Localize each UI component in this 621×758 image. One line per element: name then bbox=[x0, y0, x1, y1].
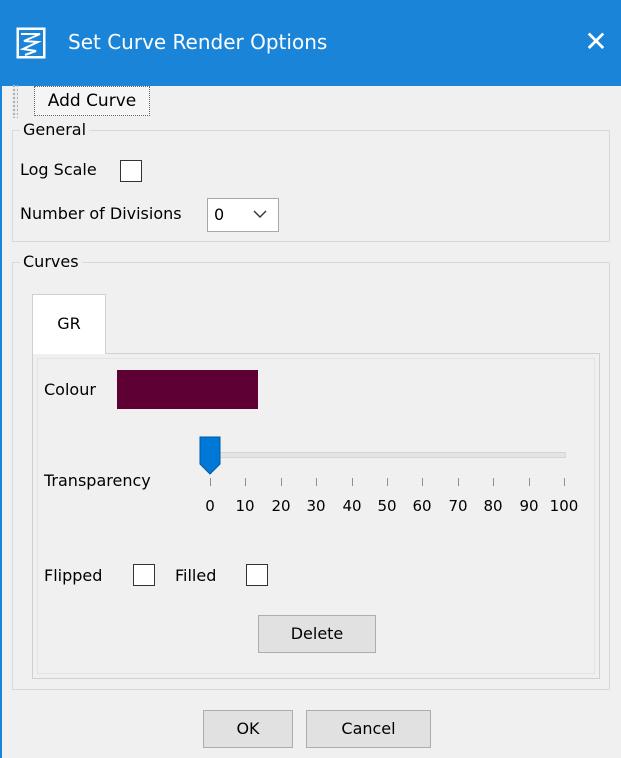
window-border bbox=[0, 86, 2, 758]
transparency-slider-track[interactable] bbox=[209, 452, 566, 458]
slider-tick-label: 50 bbox=[377, 497, 397, 515]
slider-tick-label: 0 bbox=[205, 497, 215, 515]
divisions-value: 0 bbox=[214, 205, 225, 224]
slider-tick bbox=[245, 478, 246, 486]
log-scale-label: Log Scale bbox=[20, 160, 97, 179]
slider-tick-label: 60 bbox=[412, 497, 432, 515]
chevron-down-icon bbox=[253, 210, 267, 218]
cancel-label: Cancel bbox=[341, 719, 396, 738]
slider-tick bbox=[281, 478, 282, 486]
filled-checkbox[interactable] bbox=[246, 564, 268, 586]
curve-chart-icon bbox=[16, 27, 46, 59]
slider-tick bbox=[316, 478, 317, 486]
slider-tick bbox=[352, 478, 353, 486]
transparency-label: Transparency bbox=[44, 471, 151, 490]
slider-tick-label: 70 bbox=[448, 497, 468, 515]
tab-gr-label: GR bbox=[57, 314, 81, 333]
slider-tick bbox=[458, 478, 459, 486]
tab-gr[interactable]: GR bbox=[32, 294, 106, 354]
slider-tick-label: 100 bbox=[549, 497, 579, 515]
slider-tick-label: 80 bbox=[483, 497, 503, 515]
slider-tick-label: 10 bbox=[235, 497, 255, 515]
slider-tick-label: 30 bbox=[306, 497, 326, 515]
slider-tick bbox=[493, 478, 494, 486]
flipped-label: Flipped bbox=[44, 566, 103, 585]
slider-tick bbox=[529, 478, 530, 486]
divisions-select[interactable]: 0 bbox=[207, 198, 279, 232]
add-curve-button[interactable]: Add Curve bbox=[34, 86, 150, 116]
general-legend: General bbox=[20, 120, 90, 139]
slider-tick bbox=[422, 478, 423, 486]
toolbar-grip[interactable] bbox=[12, 84, 18, 118]
slider-tick-label: 90 bbox=[519, 497, 539, 515]
ok-label: OK bbox=[236, 719, 260, 738]
filled-label: Filled bbox=[175, 566, 217, 585]
slider-tick-label: 20 bbox=[271, 497, 291, 515]
add-curve-label: Add Curve bbox=[47, 91, 137, 111]
transparency-slider-thumb[interactable] bbox=[199, 436, 221, 476]
ok-button[interactable]: OK bbox=[203, 710, 293, 748]
colour-swatch-button[interactable] bbox=[117, 370, 258, 409]
slider-tick bbox=[210, 478, 211, 486]
cancel-button[interactable]: Cancel bbox=[306, 710, 431, 748]
delete-label: Delete bbox=[290, 624, 344, 643]
general-group bbox=[12, 130, 610, 242]
curves-legend: Curves bbox=[20, 252, 82, 271]
dialog-window: Set Curve Render Options ✕ Add Curve Gen… bbox=[0, 0, 621, 758]
divisions-label: Number of Divisions bbox=[20, 204, 182, 223]
title-bar[interactable]: Set Curve Render Options ✕ bbox=[0, 0, 621, 86]
slider-tick-label: 40 bbox=[342, 497, 362, 515]
delete-button[interactable]: Delete bbox=[258, 615, 376, 653]
slider-tick bbox=[564, 478, 565, 486]
slider-tick bbox=[387, 478, 388, 486]
colour-label: Colour bbox=[44, 380, 96, 399]
flipped-checkbox[interactable] bbox=[133, 564, 155, 586]
log-scale-checkbox[interactable] bbox=[120, 160, 142, 182]
close-icon[interactable]: ✕ bbox=[578, 22, 614, 62]
window-title: Set Curve Render Options bbox=[68, 30, 328, 54]
